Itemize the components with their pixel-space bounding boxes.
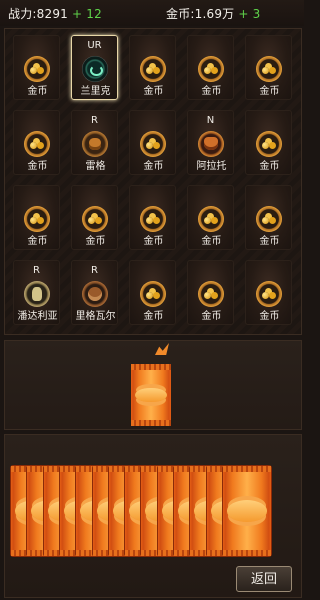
card-name: 兰里克 bbox=[80, 86, 111, 97]
card-slot[interactable]: R 潘达利亚 bbox=[13, 260, 60, 325]
card-name: 潘达利亚 bbox=[17, 311, 58, 322]
card-slot[interactable]: 金币 bbox=[71, 185, 118, 250]
card-tier: UR bbox=[87, 40, 102, 51]
gold-gain: + 3 bbox=[238, 7, 261, 21]
ring-icon bbox=[82, 56, 108, 82]
card-slot[interactable]: 金币 bbox=[129, 110, 176, 175]
card-slot[interactable]: 金币 bbox=[129, 260, 176, 325]
coin-icon bbox=[198, 206, 224, 232]
card-slot[interactable]: 金币 bbox=[13, 35, 60, 100]
card-slot[interactable]: 金币 bbox=[129, 185, 176, 250]
card-name: 金币 bbox=[27, 236, 48, 247]
gold-label: 金币: bbox=[166, 7, 195, 21]
coin-icon bbox=[256, 56, 282, 82]
card-name: 金币 bbox=[27, 86, 48, 97]
power-label: 战力: bbox=[8, 7, 37, 21]
card-slot[interactable]: 金币 bbox=[245, 35, 292, 100]
coin-icon bbox=[140, 206, 166, 232]
coin-icon bbox=[198, 281, 224, 307]
card-slot[interactable]: 金币 bbox=[245, 260, 292, 325]
card-slot[interactable]: R 里格瓦尔 bbox=[71, 260, 118, 325]
card-name: 金币 bbox=[201, 311, 222, 322]
card-slot[interactable]: N 阿拉托 bbox=[187, 110, 234, 175]
card-tier: R bbox=[33, 265, 40, 276]
coin-icon bbox=[256, 281, 282, 307]
coin-icon bbox=[256, 206, 282, 232]
card-name: 金币 bbox=[143, 236, 164, 247]
card-slot[interactable]: R 雷格 bbox=[71, 110, 118, 175]
card-slot[interactable]: 金币 bbox=[245, 185, 292, 250]
opened-card-pack[interactable] bbox=[131, 364, 171, 426]
card-tier: N bbox=[206, 115, 215, 126]
card-slot[interactable]: 金币 bbox=[13, 110, 60, 175]
card-name: 金币 bbox=[201, 236, 222, 247]
card-name: 雷格 bbox=[85, 161, 106, 172]
power-value: 8291 bbox=[36, 7, 68, 21]
card-slot[interactable]: UR 兰里克 bbox=[71, 35, 118, 100]
card-slot[interactable]: 金币 bbox=[245, 110, 292, 175]
card-name: 金币 bbox=[201, 86, 222, 97]
ape-icon bbox=[82, 281, 108, 307]
coin-icon bbox=[24, 206, 50, 232]
coin-icon bbox=[256, 131, 282, 157]
coin-icon bbox=[198, 56, 224, 82]
demon-face-icon bbox=[198, 131, 224, 157]
card-slot[interactable]: 金币 bbox=[129, 35, 176, 100]
card-slot[interactable]: 金币 bbox=[187, 260, 234, 325]
pack-tear-icon bbox=[155, 343, 169, 355]
card-name: 金币 bbox=[259, 311, 280, 322]
power-stat: 战力:8291 + 12 bbox=[8, 5, 102, 22]
gold-stat: 金币:1.69万 + 3 bbox=[166, 5, 261, 22]
coin-icon bbox=[24, 131, 50, 157]
card-name: 金币 bbox=[143, 161, 164, 172]
coin-icon bbox=[140, 281, 166, 307]
card-name: 金币 bbox=[259, 161, 280, 172]
card-name: 金币 bbox=[85, 236, 106, 247]
card-slot[interactable]: 金币 bbox=[187, 185, 234, 250]
card-pack bbox=[221, 465, 272, 557]
coin-icon bbox=[140, 56, 166, 82]
card-name: 金币 bbox=[259, 236, 280, 247]
coin-icon bbox=[140, 131, 166, 157]
card-slot[interactable]: 金币 bbox=[187, 35, 234, 100]
current-pack-panel bbox=[4, 340, 302, 430]
gold-value: 1.69万 bbox=[194, 7, 235, 21]
brown-creature-icon bbox=[82, 131, 108, 157]
card-name: 金币 bbox=[143, 86, 164, 97]
back-button[interactable]: 返回 bbox=[236, 566, 292, 592]
power-gain: + 12 bbox=[72, 7, 102, 21]
card-name: 金币 bbox=[259, 86, 280, 97]
unopened-pack-stack[interactable] bbox=[10, 465, 272, 560]
coin-icon bbox=[82, 206, 108, 232]
coin-icon bbox=[24, 56, 50, 82]
skull-knight-icon bbox=[24, 281, 50, 307]
card-grid: 金币 UR 兰里克 金币 金币 金币 金币 R 雷格 金币 N 阿拉托 金币 金币 金币 金币 金币 金币 R 潘达利… bbox=[4, 28, 302, 335]
card-name: 金币 bbox=[143, 311, 164, 322]
card-name: 里格瓦尔 bbox=[75, 311, 116, 322]
card-tier: R bbox=[91, 265, 98, 276]
top-stats-bar: 战力:8291 + 12 金币:1.69万 + 3 bbox=[0, 0, 304, 26]
card-tier: R bbox=[91, 115, 98, 126]
card-name: 阿拉托 bbox=[196, 161, 227, 172]
card-name: 金币 bbox=[27, 161, 48, 172]
card-slot[interactable]: 金币 bbox=[13, 185, 60, 250]
